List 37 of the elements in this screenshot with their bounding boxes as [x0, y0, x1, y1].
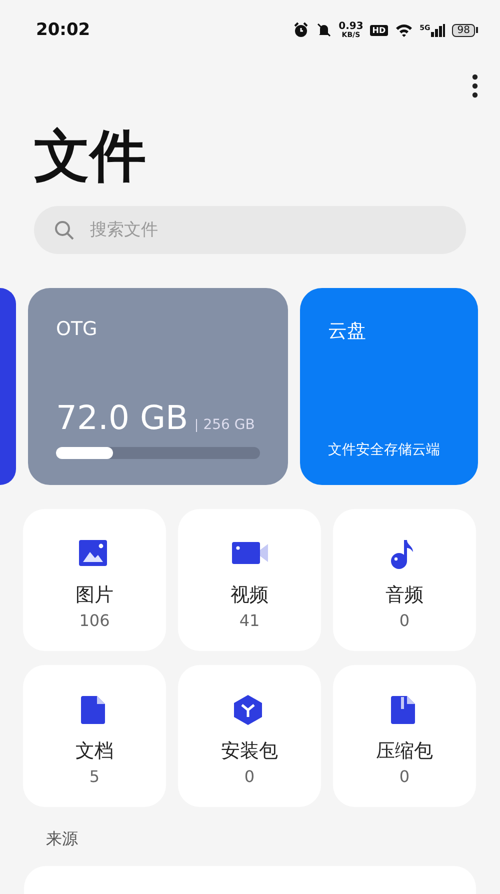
- storage-card[interactable]: [0, 288, 16, 485]
- category-tile[interactable]: 压缩包 0: [333, 664, 476, 807]
- hd-badge: HD: [370, 24, 388, 36]
- total-space: 256 GB: [196, 418, 255, 432]
- used-space: 72.0 GB: [56, 398, 188, 437]
- file-count: 41: [239, 610, 260, 630]
- page-title: 文件: [34, 126, 147, 188]
- category-tile[interactable]: 安装包 0: [178, 664, 321, 807]
- category-label: 音频: [386, 582, 424, 608]
- category-tile[interactable]: 文档 5: [23, 664, 166, 807]
- network-speed: 0.93: [338, 22, 364, 32]
- card-title: OTG: [56, 318, 98, 340]
- search-field[interactable]: 搜索文件: [34, 206, 466, 254]
- file-count: 0: [399, 610, 410, 630]
- file-count: 106: [79, 610, 110, 630]
- category-label: 压缩包: [376, 738, 433, 764]
- battery-level: 98: [452, 24, 475, 36]
- category-tile[interactable]: 视频 41: [178, 508, 321, 651]
- signal-icon: [431, 24, 446, 36]
- category-tile[interactable]: 图片 106: [23, 508, 166, 651]
- file-count: 0: [399, 766, 410, 786]
- card-title: 云盘: [328, 318, 367, 344]
- wifi-icon: [394, 23, 413, 37]
- category-label: 文档: [76, 738, 114, 764]
- clock-time: 20:02: [36, 20, 92, 40]
- cloud-card[interactable]: 云盘 文件安全存储云端: [300, 288, 478, 485]
- category-label: 图片: [76, 582, 114, 608]
- more-menu-icon[interactable]: [472, 74, 478, 98]
- muted-bell-icon: [316, 22, 332, 38]
- alarm-icon: [292, 22, 309, 38]
- file-count: 0: [244, 766, 255, 786]
- section-title: 来源: [45, 828, 79, 850]
- category-label: 视频: [230, 582, 268, 608]
- file-count: 5: [89, 766, 100, 786]
- category-label: 安装包: [221, 738, 278, 764]
- category-tile[interactable]: 音频 0: [333, 508, 476, 651]
- card-subtitle: 文件安全存储云端: [328, 440, 441, 459]
